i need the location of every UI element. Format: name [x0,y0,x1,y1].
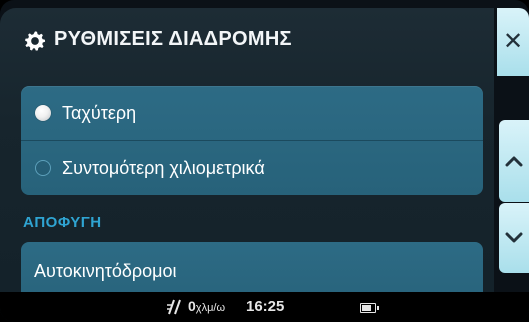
speed-readout: 0χλμ/ω [188,298,225,314]
speed-value: 0 [188,298,196,314]
route-option-shortest[interactable]: Συντομότερη χιλιομετρικά [21,141,483,195]
scroll-up-button[interactable] [499,120,529,202]
route-type-group: Ταχύτερη Συντομότερη χιλιομετρικά [21,86,483,195]
radio-unselected-icon[interactable] [35,160,51,176]
status-bar: 0χλμ/ω 16:25 [0,292,529,322]
panel-header: ΡΥΘΜΙΣΕΙΣ ΔΙΑΔΡΟΜΗΣ [0,8,494,74]
radio-selected-icon[interactable] [35,105,51,121]
battery-icon [360,303,379,313]
chevron-down-icon [505,232,523,243]
side-button-column: ✕ [497,8,529,292]
route-option-fastest[interactable]: Ταχύτερη [21,86,483,140]
chevron-up-icon [505,156,523,167]
section-heading-avoid: ΑΠΟΦΥΓΗ [23,214,102,231]
clock: 16:25 [246,298,285,315]
avoid-item-motorways[interactable]: Αυτοκινητόδρομοι [21,242,483,292]
avoid-item-label: Αυτοκινητόδρομοι [34,261,177,281]
speed-unit: χλμ/ω [195,302,226,314]
close-icon: ✕ [502,28,524,55]
route-option-label: Συντομότερη χιλιομετρικά [62,157,265,178]
route-option-label: Ταχύτερη [62,102,137,123]
route-settings-panel: ΡΥΘΜΙΣΕΙΣ ΔΙΑΔΡΟΜΗΣ Ταχύτερη Συντομότερη… [0,8,494,292]
device-screen: ΡΥΘΜΙΣΕΙΣ ΔΙΑΔΡΟΜΗΣ Ταχύτερη Συντομότερη… [0,0,529,322]
gear-icon [25,31,46,51]
battery-level [362,305,371,311]
close-button[interactable]: ✕ [497,8,529,76]
speed-icon [167,299,181,315]
scroll-down-button[interactable] [499,203,529,273]
page-title: ΡΥΘΜΙΣΕΙΣ ΔΙΑΔΡΟΜΗΣ [54,28,292,50]
